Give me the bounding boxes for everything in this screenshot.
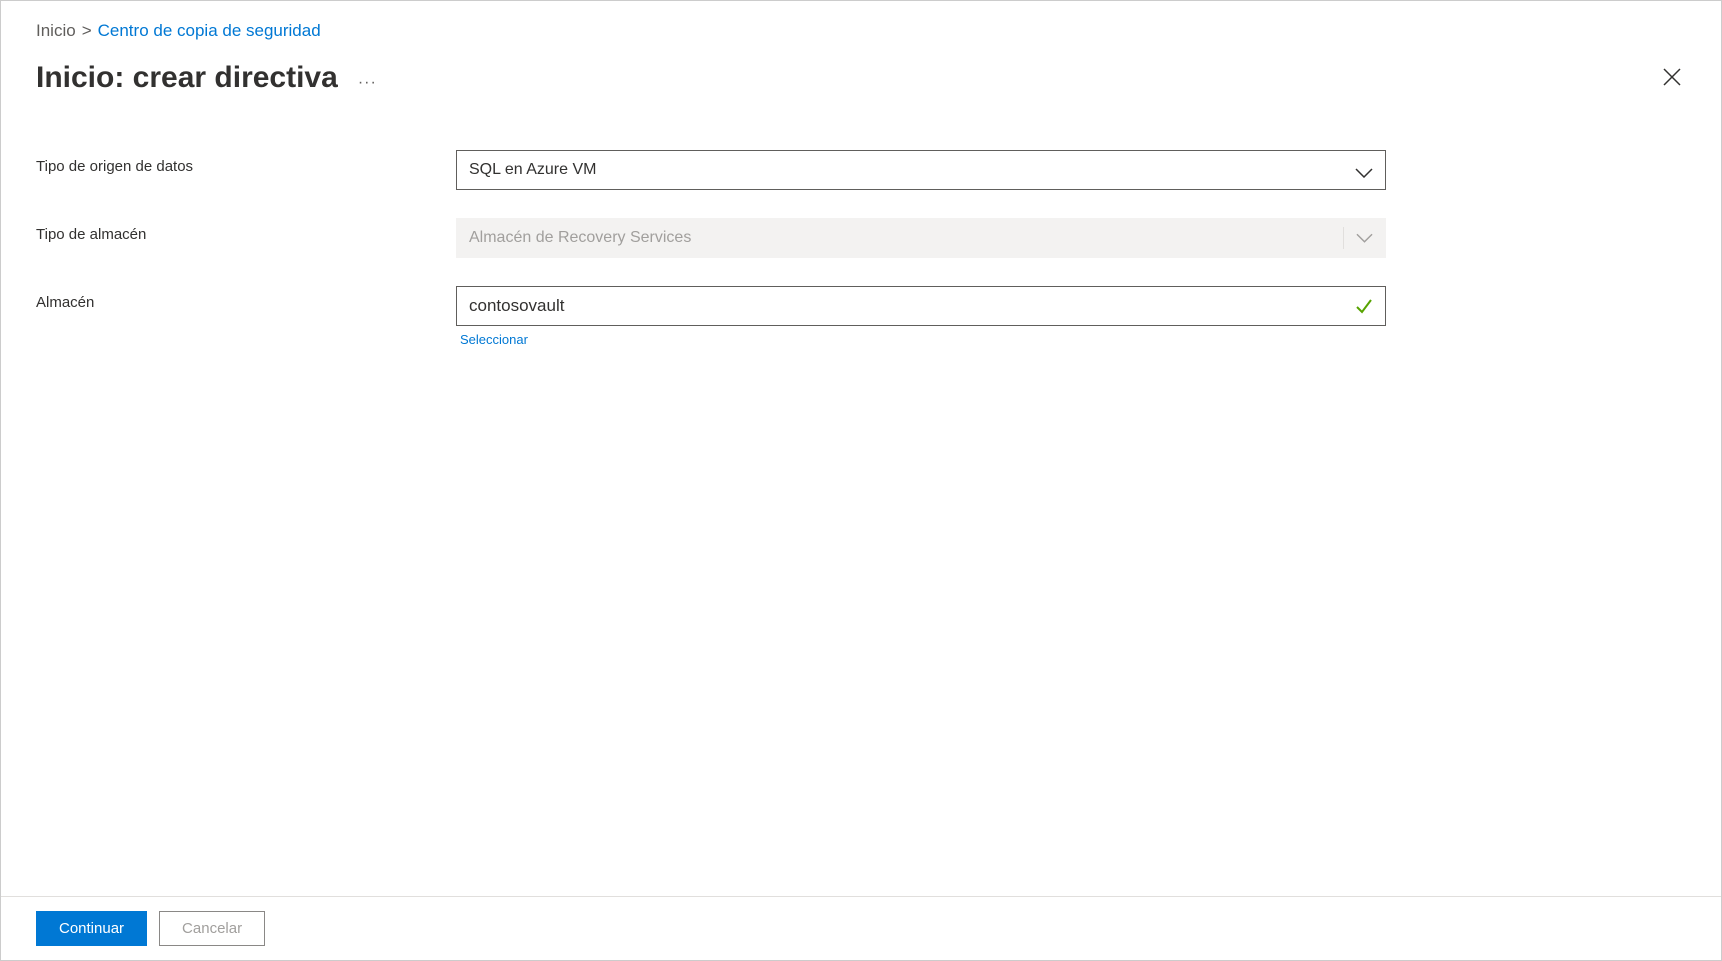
datasource-type-value: SQL en Azure VM [469,161,596,179]
vault-type-value: Almacén de Recovery Services [469,229,691,247]
close-icon [1662,67,1682,87]
page-title: Inicio: crear directiva [36,61,338,95]
datasource-type-label: Tipo de origen de datos [36,150,456,175]
breadcrumb-backup-center-link[interactable]: Centro de copia de seguridad [98,21,321,41]
vault-select-link[interactable]: Seleccionar [460,332,528,347]
continue-button[interactable]: Continuar [36,911,147,946]
footer: Continuar Cancelar [1,896,1721,960]
close-button[interactable] [1658,63,1686,94]
breadcrumb: Inicio > Centro de copia de seguridad [36,21,1686,41]
cancel-button[interactable]: Cancelar [159,911,265,946]
chevron-down-icon [1355,165,1373,175]
breadcrumb-home[interactable]: Inicio [36,21,76,41]
vault-type-select: Almacén de Recovery Services [456,218,1386,258]
breadcrumb-separator: > [82,21,92,41]
vault-type-label: Tipo de almacén [36,218,456,243]
check-icon [1355,297,1373,315]
vault-input[interactable]: contosovault [456,286,1386,326]
datasource-type-select[interactable]: SQL en Azure VM [456,150,1386,190]
chevron-down-icon [1343,227,1373,249]
more-actions-button[interactable]: ··· [358,64,377,92]
vault-label: Almacén [36,286,456,311]
vault-value: contosovault [469,296,564,316]
